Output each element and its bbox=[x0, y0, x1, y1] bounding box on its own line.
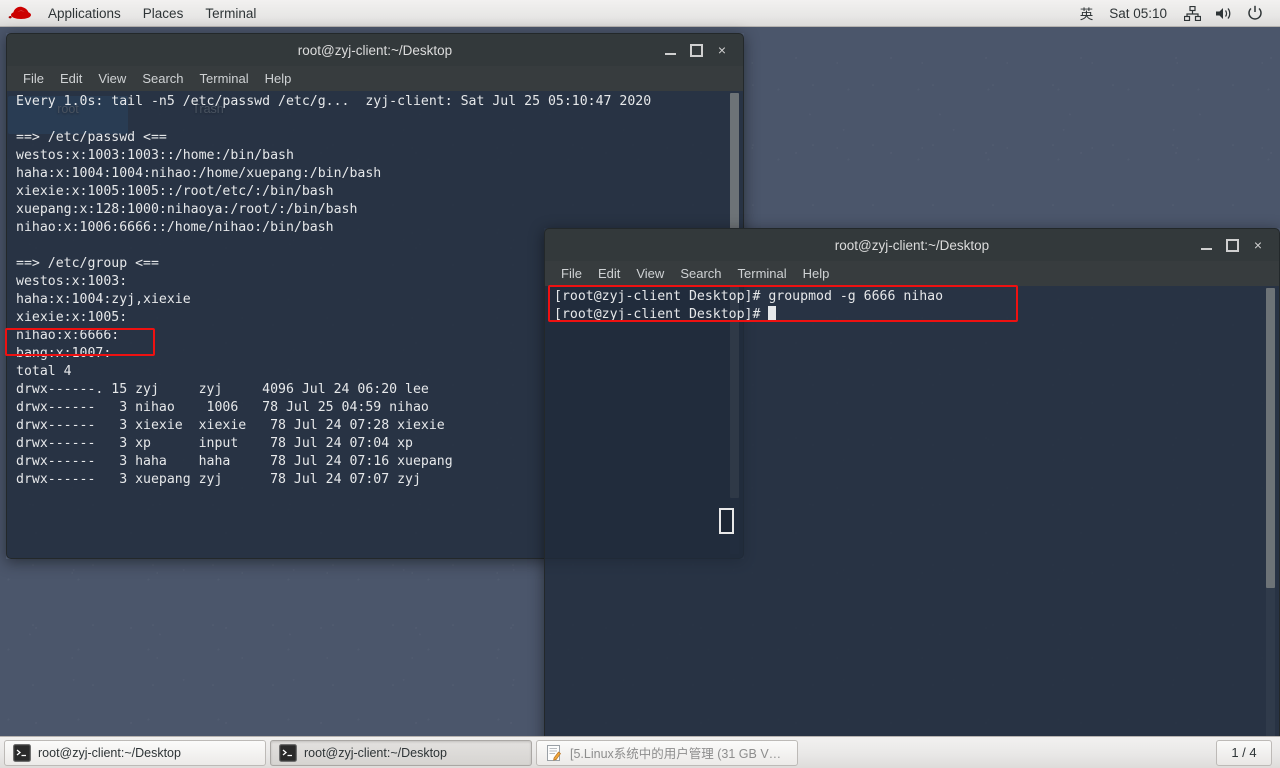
clock[interactable]: Sat 05:10 bbox=[1099, 6, 1177, 21]
power-icon[interactable] bbox=[1247, 5, 1263, 21]
menu-file[interactable]: File bbox=[553, 264, 590, 283]
window-2-scrollbar[interactable] bbox=[1266, 288, 1275, 744]
menu-search[interactable]: Search bbox=[672, 264, 729, 283]
window-2-menubar: File Edit View Search Terminal Help bbox=[544, 261, 1280, 286]
taskbar-item-terminal-1[interactable]: root@zyj-client:~/Desktop bbox=[4, 739, 266, 766]
desktop-screen: Applications Places Terminal 英 Sat 05:10 bbox=[0, 0, 1280, 768]
window-2-controls: × bbox=[1193, 229, 1271, 261]
notes-icon bbox=[545, 744, 563, 762]
menu-places[interactable]: Places bbox=[132, 1, 195, 26]
workspace-switcher[interactable]: 1 / 4 bbox=[1216, 739, 1272, 766]
taskbar-item-notes[interactable]: [5.Linux系统中的用户管理 (31 GB V… bbox=[536, 739, 798, 766]
close-button[interactable]: × bbox=[1245, 233, 1271, 257]
taskbar: root@zyj-client:~/Desktop root@zyj-clien… bbox=[0, 736, 1280, 768]
taskbar-item-label: [5.Linux系统中的用户管理 (31 GB V… bbox=[570, 747, 782, 761]
terminal-cursor bbox=[768, 306, 777, 320]
window-1-title: root@zyj-client:~/Desktop bbox=[297, 42, 453, 58]
menu-edit[interactable]: Edit bbox=[52, 69, 90, 88]
close-button[interactable]: × bbox=[709, 38, 735, 62]
menu-applications[interactable]: Applications bbox=[37, 1, 132, 26]
maximize-button[interactable] bbox=[1219, 233, 1245, 257]
input-method-indicator[interactable]: 英 bbox=[1074, 3, 1100, 23]
menu-help[interactable]: Help bbox=[257, 69, 300, 88]
menu-terminal[interactable]: Terminal bbox=[730, 264, 795, 283]
volume-icon[interactable] bbox=[1215, 6, 1233, 21]
terminal-icon bbox=[13, 743, 31, 762]
maximize-button[interactable] bbox=[683, 38, 709, 62]
menu-terminal[interactable]: Terminal bbox=[194, 1, 267, 26]
menu-file[interactable]: File bbox=[15, 69, 52, 88]
window-2-titlebar[interactable]: root@zyj-client:~/Desktop × bbox=[544, 228, 1280, 261]
minimize-button[interactable] bbox=[657, 38, 683, 62]
menu-help[interactable]: Help bbox=[795, 264, 838, 283]
menu-search[interactable]: Search bbox=[134, 69, 191, 88]
taskbar-item-label: root@zyj-client:~/Desktop bbox=[304, 745, 447, 760]
window-2-prompt-line: [root@zyj-client Desktop]# bbox=[554, 307, 769, 322]
mouse-text-cursor bbox=[719, 508, 734, 534]
window-2-terminal-output: [root@zyj-client Desktop]# groupmod -g 6… bbox=[545, 286, 1279, 324]
top-panel-tray: 英 Sat 05:10 bbox=[1074, 3, 1280, 23]
scrollbar-thumb[interactable] bbox=[1266, 288, 1275, 588]
menu-view[interactable]: View bbox=[90, 69, 134, 88]
window-1-controls: × bbox=[657, 34, 735, 66]
minimize-button[interactable] bbox=[1193, 233, 1219, 257]
window-2-terminal-body[interactable]: [root@zyj-client Desktop]# groupmod -g 6… bbox=[544, 286, 1280, 749]
window-1-menubar: File Edit View Search Terminal Help bbox=[6, 66, 744, 91]
redhat-logo-icon[interactable] bbox=[7, 3, 35, 23]
menu-terminal[interactable]: Terminal bbox=[192, 69, 257, 88]
top-panel: Applications Places Terminal 英 Sat 05:10 bbox=[0, 0, 1280, 27]
terminal-window-2[interactable]: root@zyj-client:~/Desktop × File Edit Vi… bbox=[544, 228, 1280, 749]
taskbar-item-terminal-2[interactable]: root@zyj-client:~/Desktop bbox=[270, 739, 532, 766]
taskbar-item-label: root@zyj-client:~/Desktop bbox=[38, 745, 181, 760]
top-panel-menus: Applications Places Terminal bbox=[0, 1, 267, 26]
network-icon[interactable] bbox=[1184, 5, 1201, 21]
window-2-title: root@zyj-client:~/Desktop bbox=[834, 237, 990, 253]
menu-edit[interactable]: Edit bbox=[590, 264, 628, 283]
window-2-command-line: [root@zyj-client Desktop]# groupmod -g 6… bbox=[554, 289, 944, 304]
terminal-icon bbox=[279, 743, 297, 762]
menu-view[interactable]: View bbox=[628, 264, 672, 283]
window-1-titlebar[interactable]: root@zyj-client:~/Desktop × bbox=[6, 33, 744, 66]
